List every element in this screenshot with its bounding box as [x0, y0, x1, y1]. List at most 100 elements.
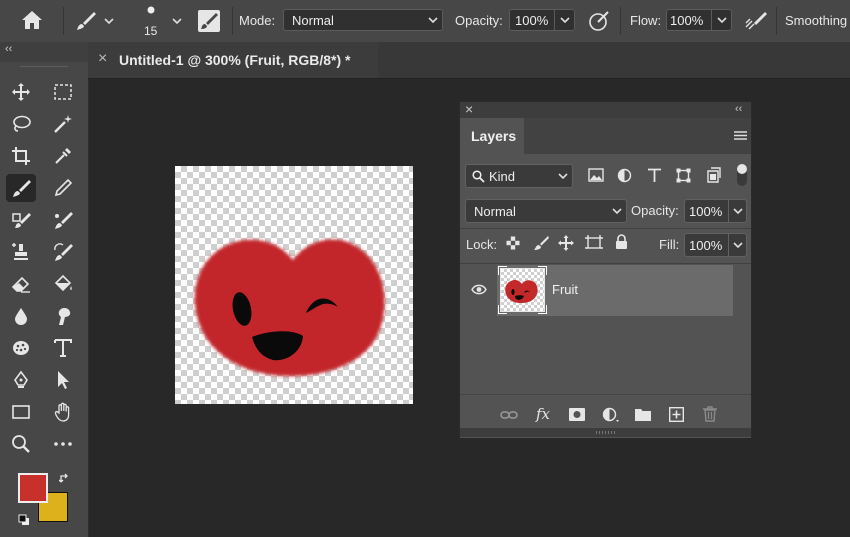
zoom-tool-icon[interactable] — [6, 430, 36, 458]
airbrush-icon[interactable] — [744, 9, 768, 33]
flow-value: 100% — [670, 13, 704, 28]
lock-artboard-icon[interactable] — [585, 235, 603, 251]
blend-mode-value: Normal — [474, 204, 516, 219]
panel-menu-icon[interactable] — [734, 130, 747, 141]
flow-field[interactable]: 100% — [666, 9, 732, 31]
smart-object-filter-icon[interactable] — [707, 167, 721, 183]
delete-layer-trash-icon[interactable] — [703, 406, 717, 422]
chevron-down-icon[interactable] — [102, 14, 116, 28]
home-icon[interactable] — [20, 9, 44, 31]
pen-tool-icon[interactable] — [6, 366, 36, 394]
collapse-panel-icon[interactable]: ‹‹ — [735, 103, 742, 115]
fill-label: Fill: — [659, 237, 680, 252]
rectangle-tool-icon[interactable] — [6, 398, 36, 426]
tab-layers-label: Layers — [471, 128, 517, 144]
close-document-icon[interactable]: × — [98, 50, 107, 68]
fruit-artwork — [194, 239, 385, 377]
add-mask-icon[interactable] — [569, 408, 585, 421]
new-group-folder-icon[interactable] — [635, 408, 651, 421]
layer-style-fx-icon[interactable]: fx — [536, 405, 550, 423]
tools-panel — [0, 62, 89, 537]
fill-field[interactable]: 100% — [684, 233, 747, 257]
type-layer-filter-icon[interactable] — [647, 168, 662, 183]
mixer-brush-tool-icon[interactable] — [48, 206, 78, 234]
lock-position-icon[interactable] — [558, 235, 574, 251]
eraser-tool-icon[interactable] — [6, 270, 36, 298]
layer-thumbnail — [498, 266, 547, 314]
brush-tip-dot-icon[interactable] — [143, 5, 159, 15]
chevron-down-icon — [428, 17, 438, 24]
smudge-tool-icon[interactable] — [48, 302, 78, 330]
mode-dropdown[interactable]: Normal — [283, 9, 443, 31]
default-colors-icon[interactable] — [18, 514, 30, 526]
panel-tab-bar: Layers — [460, 118, 751, 154]
lock-image-pixels-icon[interactable] — [533, 235, 549, 251]
link-layers-icon[interactable] — [500, 409, 518, 421]
type-tool-icon[interactable] — [48, 334, 78, 362]
tab-layers[interactable]: Layers — [460, 118, 524, 154]
lock-label: Lock: — [466, 237, 498, 252]
chevron-down-icon — [558, 173, 568, 180]
healing-brush-tool-icon[interactable] — [6, 206, 36, 234]
path-selection-tool-icon[interactable] — [48, 366, 78, 394]
pressure-opacity-icon[interactable] — [587, 9, 611, 33]
new-adjustment-layer-icon[interactable] — [602, 407, 620, 423]
chevron-down-icon[interactable] — [731, 204, 745, 218]
layer-visibility-eye-icon[interactable] — [471, 284, 487, 295]
chevron-down-icon[interactable] — [731, 238, 745, 252]
sponge-tool-icon[interactable] — [6, 334, 36, 362]
filter-kind-dropdown[interactable]: Kind — [465, 164, 573, 188]
toolbar-header: ‹‹ — [0, 42, 88, 62]
eyedropper-tool-icon[interactable] — [48, 142, 78, 170]
blend-mode-dropdown[interactable]: Normal — [465, 199, 627, 223]
blur-tool-icon[interactable] — [6, 302, 36, 330]
brush-preset-icon[interactable] — [74, 9, 98, 33]
chevron-down-icon[interactable] — [715, 13, 729, 27]
layer-name[interactable]: Fruit — [552, 282, 578, 297]
opacity-field[interactable]: 100% — [509, 9, 575, 31]
filter-toggle-switch[interactable] — [737, 164, 747, 186]
smoothing-label: Smoothing — [785, 13, 848, 28]
opacity-label: Opacity: — [455, 13, 503, 28]
clone-stamp-tool-icon[interactable] — [6, 238, 36, 266]
shape-layer-filter-icon[interactable] — [676, 168, 691, 183]
options-bar: 15 Mode: Normal Opacity: 100% Flow: 100%… — [0, 0, 850, 43]
brush-size-label: 15 — [144, 24, 158, 38]
flow-label: Flow: — [630, 13, 662, 28]
magic-wand-tool-icon[interactable] — [48, 110, 78, 138]
mode-value: Normal — [292, 13, 334, 28]
fill-value: 100% — [689, 238, 723, 253]
pencil-tool-icon[interactable] — [48, 174, 78, 202]
lock-transparent-pixels-icon[interactable] — [506, 236, 520, 250]
document-tab[interactable]: × Untitled-1 @ 300% (Fruit, RGB/8*) * — [88, 42, 378, 78]
lock-all-icon[interactable] — [615, 234, 628, 250]
brush-tool-icon[interactable] — [6, 174, 36, 202]
chevron-down-icon[interactable] — [558, 13, 572, 27]
foreground-color-swatch[interactable] — [18, 473, 48, 503]
panel-resize-bar[interactable] — [460, 428, 751, 437]
close-panel-icon[interactable]: × — [465, 101, 473, 117]
document-canvas[interactable] — [175, 166, 413, 404]
pixel-layer-filter-icon[interactable] — [588, 168, 604, 182]
more-tools-icon[interactable] — [48, 430, 78, 458]
collapse-toolbar-icon[interactable]: ‹‹ — [5, 43, 12, 55]
brush-settings-icon[interactable] — [197, 9, 221, 33]
swap-colors-icon[interactable] — [59, 473, 71, 485]
adjustment-layer-filter-icon[interactable] — [617, 168, 632, 183]
history-brush-tool-icon[interactable] — [48, 238, 78, 266]
chevron-down-icon[interactable] — [170, 14, 184, 28]
layer-opacity-label: Opacity: — [631, 203, 679, 218]
marquee-tool-icon[interactable] — [48, 78, 78, 106]
new-layer-icon[interactable] — [669, 407, 684, 422]
lasso-tool-icon[interactable] — [6, 110, 36, 138]
layer-opacity-field[interactable]: 100% — [684, 199, 747, 223]
opacity-value: 100% — [515, 13, 549, 28]
crop-tool-icon[interactable] — [6, 142, 36, 170]
mode-label: Mode: — [239, 13, 276, 28]
chevron-down-icon — [612, 208, 622, 215]
hand-tool-icon[interactable] — [48, 398, 78, 426]
paint-bucket-tool-icon[interactable] — [48, 270, 78, 298]
move-tool-icon[interactable] — [6, 78, 36, 106]
search-icon — [472, 170, 485, 183]
layer-opacity-value: 100% — [689, 204, 723, 219]
